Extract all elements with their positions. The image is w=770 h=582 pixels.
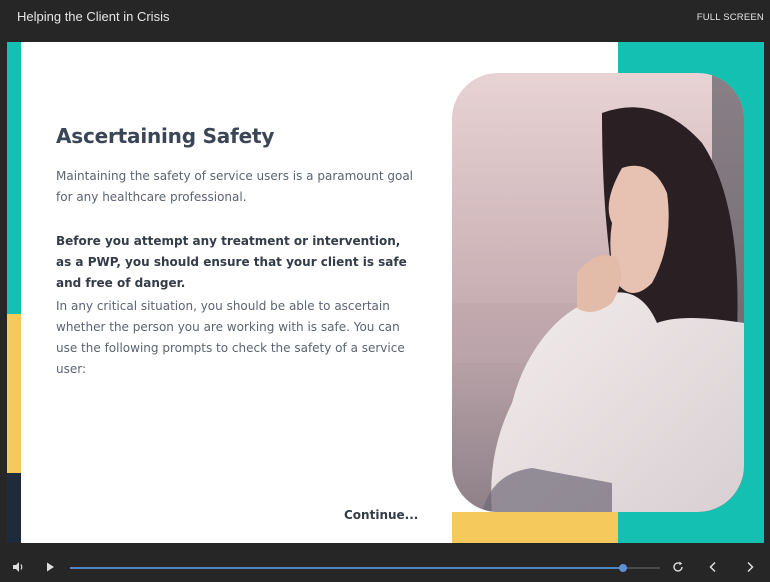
slide-stage: Ascertaining Safety Maintaining the safe…	[7, 42, 764, 543]
chevron-left-icon	[709, 561, 716, 573]
chevron-right-icon	[747, 561, 754, 573]
left-yellow-band	[7, 314, 21, 473]
left-teal-band	[7, 42, 21, 314]
course-title: Helping the Client in Crisis	[17, 9, 170, 24]
continue-button[interactable]: Continue...	[344, 508, 418, 522]
slide-heading: Ascertaining Safety	[56, 124, 275, 148]
paragraph-prompts: In any critical situation, you should be…	[56, 299, 405, 376]
top-bar: Helping the Client in Crisis FULL SCREEN	[0, 0, 770, 42]
replay-button[interactable]	[668, 557, 688, 577]
paragraph-intro: Maintaining the safety of service users …	[56, 169, 414, 204]
play-icon	[47, 562, 54, 572]
play-button[interactable]	[40, 557, 60, 577]
paragraph-bold: Before you attempt any treatment or inte…	[56, 234, 407, 290]
seek-bar[interactable]	[70, 564, 660, 572]
previous-button[interactable]	[703, 557, 723, 577]
fullscreen-button[interactable]: FULL SCREEN	[697, 12, 764, 23]
left-dark-band	[7, 473, 21, 543]
player-controls	[0, 553, 770, 582]
speaker-icon	[13, 562, 23, 572]
seek-handle[interactable]	[619, 564, 628, 572]
seek-progress	[70, 567, 624, 569]
next-button[interactable]	[740, 557, 760, 577]
volume-button[interactable]	[8, 557, 28, 577]
bottom-yellow-block	[452, 512, 618, 543]
replay-icon	[673, 561, 683, 572]
woman-by-window-photo	[452, 73, 744, 512]
